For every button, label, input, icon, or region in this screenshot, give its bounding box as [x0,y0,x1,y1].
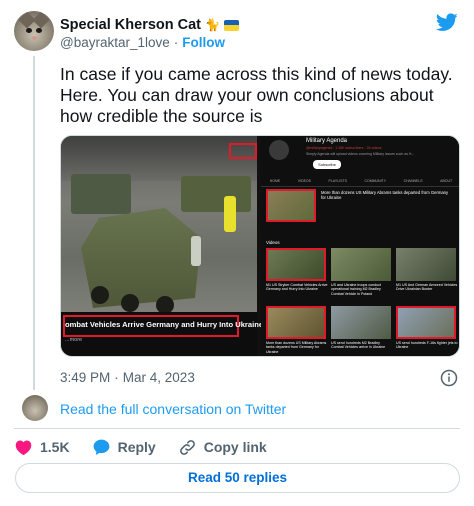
separator-dot: · [173,34,179,50]
reply-label: Reply [117,439,156,455]
video-title: More than dozens US Military Abrams tank… [266,341,327,354]
channel-avatar [269,140,289,160]
video-caption: ombat Vehicles Arrive Germany and Hurry … [65,320,264,329]
separator-dot: · [114,370,119,385]
tweet-timestamp[interactable]: 3:49 PM · Mar 4, 2023 [60,370,195,385]
copy-link-label: Copy link [203,439,267,455]
tweet-date[interactable]: Mar 4, 2023 [123,370,195,385]
read-conversation-link[interactable]: Read the full conversation on Twitter [60,401,286,417]
tweet-media-image[interactable]: ombat Vehicles Arrive Germany and Hurry … [60,135,460,357]
video-title: M1 US Stryker Combat Vehicles Arrive Ger… [266,283,328,292]
channel-tabs: HOME VIDEOS PLAYLISTS COMMUNITY CHANNELS… [261,179,459,187]
author-name[interactable]: Special Kherson Cat [60,17,201,33]
thread-connector-line [33,56,35,390]
video-thumbnail [266,306,326,339]
channel-tab: COMMUNITY [364,179,387,183]
subscribe-button: Subscribe [313,160,341,169]
video-thumbnail [331,306,391,339]
featured-video-thumbnail [266,189,316,222]
worker-figure [224,196,236,232]
video-title: US and Ukraine troops conduct operationa… [331,283,381,296]
video-thumbnail [396,306,456,339]
channel-tab: HOME [269,179,281,183]
copy-link-button[interactable]: Copy link [178,438,267,457]
author-handle-row: @bayraktar_1love · Follow [60,34,225,50]
more-label: ...more [65,337,83,343]
tweet-text: In case if you came across this kind of … [60,64,453,126]
divider [14,428,460,429]
follow-button[interactable]: Follow [182,35,225,50]
link-icon [179,439,195,455]
youtube-channel-screenshot: Military Agenda @militaryagenda · 1.28K … [261,136,459,356]
like-count: 1.5K [40,439,70,455]
featured-video-title: More than dozens US Military Abrams tank… [321,190,449,201]
tweet-actions: 1.5K Reply Copy link [14,437,289,457]
channel-tab: VIDEOS [297,179,311,183]
author-handle[interactable]: @bayraktar_1love [60,35,170,50]
channel-description: Simply Agenda will upload videos coverin… [306,152,415,156]
heart-icon [15,440,32,455]
cat-emoji-icon: 🐈 [205,18,220,32]
channel-tab: CHANNELS [403,179,423,183]
embedded-tweet-card: Special Kherson Cat 🐈 @bayraktar_1love ·… [0,0,474,506]
like-button[interactable]: 1.5K [14,438,70,457]
author-avatar[interactable] [14,11,54,51]
videos-label: Videos [266,240,280,245]
channel-meta: @militaryagenda · 1.28K subscribers · 26… [306,146,382,150]
ukraine-flag-icon [223,19,239,31]
channel-tab: PLAYLISTS [328,179,347,183]
video-title: US send hundreds M2 Bradley Combat Vehic… [331,341,386,350]
author-name-row[interactable]: Special Kherson Cat 🐈 [60,15,239,35]
conversation-avatar[interactable] [22,395,48,421]
info-icon[interactable] [440,369,458,387]
read-replies-button[interactable]: Read 50 replies [15,463,460,493]
video-thumbnail [266,248,326,281]
highlight-box-top [229,143,257,159]
channel-name: Military Agenda [306,138,348,144]
video-title: US send hundreds F-16s fighter jets to U… [396,341,458,350]
channel-tab: ABOUT [440,179,453,183]
reply-button[interactable]: Reply [92,438,156,457]
tweet-time[interactable]: 3:49 PM [60,370,110,385]
video-thumbnail [396,248,456,281]
video-thumbnail [331,248,391,281]
reply-bubble-icon [93,439,109,455]
video-title: M1 US And German Armored Vehicles Drive … [396,283,458,292]
armored-vehicle-photo: ombat Vehicles Arrive Germany and Hurry … [61,136,263,356]
twitter-bird-icon[interactable] [436,13,458,32]
